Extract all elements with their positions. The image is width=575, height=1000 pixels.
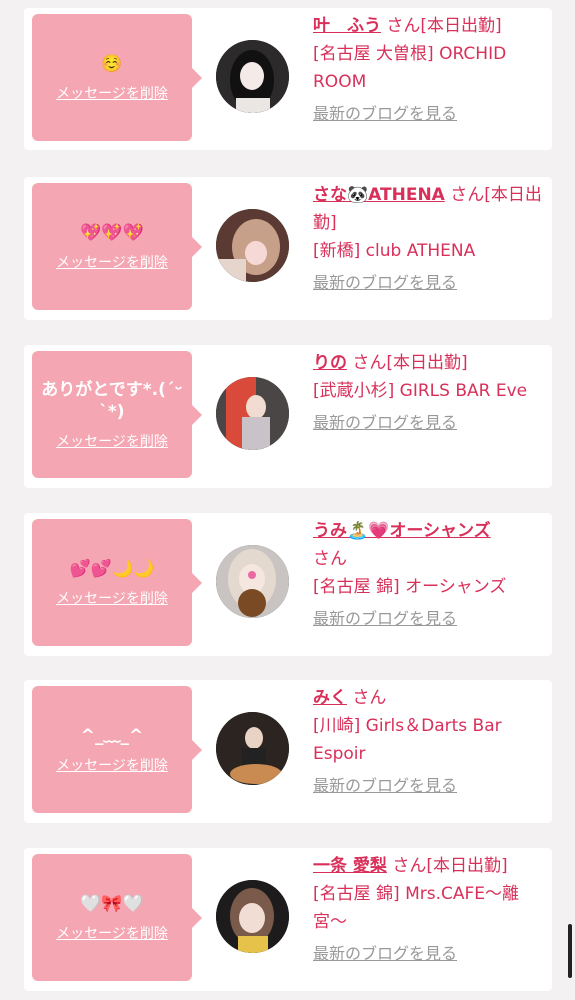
- delete-message-link[interactable]: メッセージを削除: [56, 588, 168, 608]
- status-label: [本日出勤]: [386, 353, 468, 373]
- honorific: さん: [386, 16, 421, 36]
- delete-message-link[interactable]: メッセージを削除: [56, 755, 168, 775]
- cast-info: りの さん[本日出勤] [武蔵小杉] GIRLS BAR Eve 最新のブログを…: [313, 349, 543, 437]
- blog-link[interactable]: 最新のブログを見る: [313, 100, 543, 128]
- cast-name-link[interactable]: さな🐼ATHENA: [313, 185, 445, 205]
- message-card: ^_﹏_^ メッセージを削除 みく さん [川崎] Girls＆Darts Ba…: [24, 680, 552, 823]
- shop-name: [名古屋 錦] オーシャンズ: [313, 577, 507, 597]
- honorific: さん: [313, 549, 347, 569]
- cast-name-link[interactable]: りの: [313, 353, 347, 373]
- avatar[interactable]: [216, 880, 289, 953]
- shop-name: [川崎] Girls＆Darts Bar Espoir: [313, 716, 502, 764]
- avatar[interactable]: [216, 545, 289, 618]
- message-text: 🤍🎀🤍: [80, 893, 144, 914]
- message-bubble: 💕💕🌙🌙 メッセージを削除: [32, 519, 202, 646]
- status-label: [本日出勤]: [420, 16, 502, 36]
- cast-info: 一条 愛梨 さん[本日出勤] [名古屋 錦] Mrs.CAFE〜離宮〜 最新のブ…: [313, 852, 543, 968]
- message-bubble: ありがとです*.(ˊᵕˋ*) メッセージを削除: [32, 351, 202, 478]
- cast-name-link[interactable]: 一条 愛梨: [313, 856, 387, 876]
- message-text: 💖💖💖: [80, 222, 144, 243]
- cast-info: 叶 ふう さん[本日出勤] [名古屋 大曽根] ORCHID ROOM 最新のブ…: [313, 12, 543, 128]
- blog-link[interactable]: 最新のブログを見る: [313, 940, 543, 968]
- shop-name: [名古屋 錦] Mrs.CAFE〜離宮〜: [313, 884, 520, 932]
- cast-info: さな🐼ATHENA さん[本日出勤] [新橋] club ATHENA 最新のブ…: [313, 181, 543, 297]
- message-bubble: 🤍🎀🤍 メッセージを削除: [32, 854, 202, 981]
- scrollbar[interactable]: [568, 924, 572, 978]
- cast-name-link[interactable]: みく: [313, 688, 347, 708]
- honorific: さん: [352, 688, 387, 708]
- status-label: [本日出勤]: [426, 856, 508, 876]
- delete-message-link[interactable]: メッセージを削除: [56, 83, 168, 103]
- message-card: ありがとです*.(ˊᵕˋ*) メッセージを削除 りの さん[本日出勤] [武蔵小…: [24, 345, 552, 488]
- message-bubble: ☺️ メッセージを削除: [32, 14, 202, 141]
- delete-message-link[interactable]: メッセージを削除: [56, 923, 168, 943]
- avatar[interactable]: [216, 712, 289, 785]
- shop-name: [名古屋 大曽根] ORCHID ROOM: [313, 44, 507, 92]
- avatar[interactable]: [216, 209, 289, 282]
- shop-name: [新橋] club ATHENA: [313, 241, 476, 261]
- message-card: 💕💕🌙🌙 メッセージを削除 うみ🏝️💗オーシャンズ さん [名古屋 錦] オーシ…: [24, 513, 552, 656]
- message-text: ☺️: [101, 53, 123, 74]
- cast-info: みく さん [川崎] Girls＆Darts Bar Espoir 最新のブログ…: [313, 684, 543, 800]
- avatar[interactable]: [216, 377, 289, 450]
- honorific: さん: [352, 353, 387, 373]
- blog-link[interactable]: 最新のブログを見る: [313, 605, 543, 633]
- message-bubble: 💖💖💖 メッセージを削除: [32, 183, 202, 310]
- message-text: ^_﹏_^: [80, 725, 144, 746]
- delete-message-link[interactable]: メッセージを削除: [56, 252, 168, 272]
- message-card: 🤍🎀🤍 メッセージを削除 一条 愛梨 さん[本日出勤] [名古屋 錦] Mrs.…: [24, 848, 552, 991]
- message-text: 💕💕🌙🌙: [69, 558, 155, 579]
- honorific: さん: [450, 185, 485, 205]
- cast-info: うみ🏝️💗オーシャンズ さん [名古屋 錦] オーシャンズ 最新のブログを見る: [313, 517, 543, 633]
- blog-link[interactable]: 最新のブログを見る: [313, 269, 543, 297]
- honorific: さん: [392, 856, 427, 876]
- avatar[interactable]: [216, 40, 289, 113]
- cast-name-link[interactable]: 叶 ふう: [313, 16, 381, 36]
- message-text: ありがとです*.(ˊᵕˋ*): [41, 379, 183, 422]
- message-bubble: ^_﹏_^ メッセージを削除: [32, 686, 202, 813]
- message-card: 💖💖💖 メッセージを削除 さな🐼ATHENA さん[本日出勤] [新橋] clu…: [24, 177, 552, 320]
- cast-name-link[interactable]: うみ🏝️💗オーシャンズ: [313, 521, 491, 541]
- delete-message-link[interactable]: メッセージを削除: [56, 431, 168, 451]
- blog-link[interactable]: 最新のブログを見る: [313, 772, 543, 800]
- blog-link[interactable]: 最新のブログを見る: [313, 409, 543, 437]
- message-card: ☺️ メッセージを削除 叶 ふう さん[本日出勤] [名古屋 大曽根] ORCH…: [24, 8, 552, 150]
- shop-name: [武蔵小杉] GIRLS BAR Eve: [313, 381, 528, 401]
